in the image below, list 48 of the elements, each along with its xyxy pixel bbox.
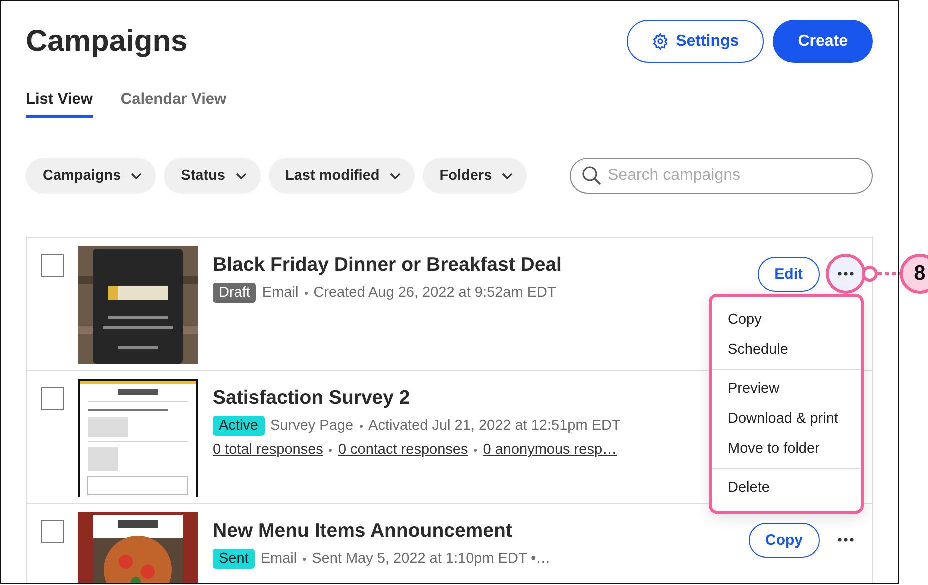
campaign-date: Activated Jul 21, 2022 at 12:51pm EDT xyxy=(368,418,621,434)
filter-dropdown[interactable]: Campaigns xyxy=(26,158,156,194)
menu-item[interactable]: Download & print xyxy=(712,404,861,434)
ellipsis-icon xyxy=(838,272,854,276)
leader-line xyxy=(878,272,900,276)
ellipsis-icon xyxy=(838,538,854,542)
status-badge: Active xyxy=(213,416,264,436)
chevron-down-icon xyxy=(502,172,514,180)
menu-item[interactable]: Schedule xyxy=(712,335,861,365)
responses-link[interactable]: 0 anonymous resp… xyxy=(483,442,618,458)
menu-item[interactable]: Move to folder xyxy=(712,434,861,464)
filter-dropdown[interactable]: Status xyxy=(164,158,260,194)
chevron-down-icon xyxy=(131,172,142,180)
callout-marker xyxy=(862,266,878,282)
search-field[interactable]: Search campaigns xyxy=(570,158,873,194)
filter-dropdown[interactable]: Folders xyxy=(422,158,528,194)
campaign-type: Email xyxy=(262,285,299,301)
edit-button[interactable]: Edit xyxy=(758,256,820,292)
chevron-down-icon xyxy=(390,172,401,180)
status-badge: Sent xyxy=(213,549,255,569)
settings-icon xyxy=(652,33,670,50)
step-number: 8 xyxy=(900,254,928,294)
row-checkbox[interactable] xyxy=(41,254,64,277)
responses-link[interactable]: 0 contact responses xyxy=(338,442,468,458)
view-tab[interactable]: List View xyxy=(26,91,93,118)
search-icon xyxy=(582,166,602,186)
chevron-down-icon xyxy=(236,172,246,180)
campaign-type: Email xyxy=(260,551,298,567)
campaign-date: Sent May 5, 2022 at 1:10pm EDT •… xyxy=(312,551,551,567)
row-checkbox[interactable] xyxy=(41,520,64,543)
settings-button[interactable]: Settings xyxy=(627,20,764,63)
filter-dropdown[interactable]: Last modified xyxy=(268,158,415,194)
status-badge: Draft xyxy=(213,283,256,303)
campaign-title[interactable]: New Menu Items Announcement xyxy=(213,520,512,543)
responses-link[interactable]: 0 total responses xyxy=(213,442,324,458)
page-title: Campaigns xyxy=(26,24,188,58)
menu-item[interactable]: Copy xyxy=(712,305,861,335)
more-button[interactable] xyxy=(826,254,866,294)
campaign-title[interactable]: Black Friday Dinner or Breakfast Deal xyxy=(213,254,562,277)
create-button[interactable]: Create xyxy=(773,20,873,63)
menu-item[interactable]: Delete xyxy=(712,473,861,503)
copy-button[interactable]: Copy xyxy=(748,522,820,558)
menu-item[interactable]: Preview xyxy=(712,374,861,404)
row-checkbox[interactable] xyxy=(41,387,64,410)
view-tab[interactable]: Calendar View xyxy=(120,91,227,118)
campaign-type: Survey Page xyxy=(270,418,354,434)
campaign-title[interactable]: Satisfaction Survey 2 xyxy=(213,387,410,410)
campaign-date: Created Aug 26, 2022 at 9:52am EDT xyxy=(314,285,556,301)
